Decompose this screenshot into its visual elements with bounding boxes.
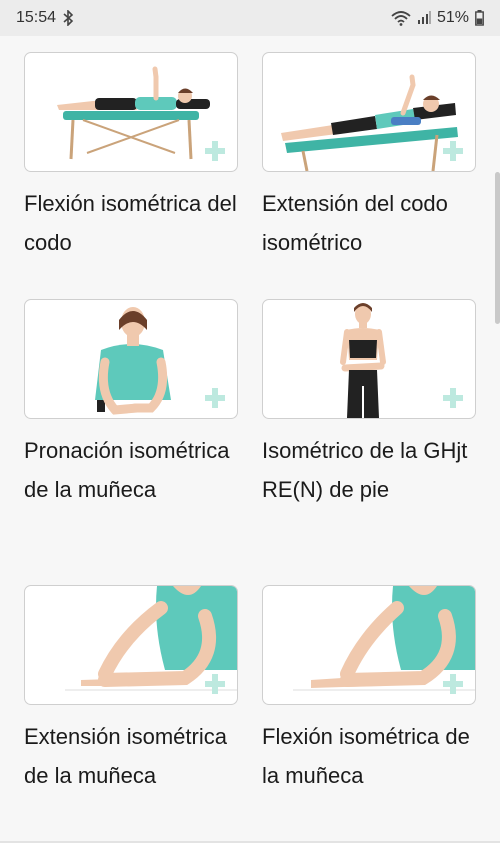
exercise-title[interactable]: Flexión isométrica del codo (24, 184, 254, 262)
status-time: 15:54 (16, 9, 57, 26)
exercise-title[interactable]: Extensión isométrica de la muñeca (24, 717, 254, 795)
scrollbar[interactable] (495, 172, 500, 324)
status-bar: 15:54 51% (0, 0, 500, 36)
exercise-thumbnail[interactable] (24, 299, 238, 419)
plus-watermark-icon (443, 674, 463, 694)
battery-percent: 51% (436, 9, 469, 26)
bluetooth-icon (62, 10, 74, 26)
exercise-title[interactable]: Isométrico de la GHjt RE(N) de pie (262, 431, 492, 509)
plus-watermark-icon (205, 674, 225, 694)
wifi-icon (391, 10, 411, 26)
exercise-thumbnail[interactable] (262, 52, 476, 172)
exercise-title[interactable]: Pronación isométrica de la muñeca (24, 431, 254, 509)
signal-icon (417, 11, 431, 25)
exercise-thumbnail[interactable] (262, 299, 476, 419)
exercise-thumbnail[interactable] (24, 52, 238, 172)
exercise-thumbnail[interactable] (24, 585, 238, 705)
plus-watermark-icon (443, 141, 463, 161)
exercise-title[interactable]: Flexión isométrica de la muñeca (262, 717, 492, 795)
plus-watermark-icon (443, 388, 463, 408)
battery-icon (475, 10, 484, 26)
plus-watermark-icon (205, 388, 225, 408)
exercise-thumbnail[interactable] (262, 585, 476, 705)
plus-watermark-icon (205, 141, 225, 161)
exercise-title[interactable]: Extensión del codo isométrico (262, 184, 492, 262)
